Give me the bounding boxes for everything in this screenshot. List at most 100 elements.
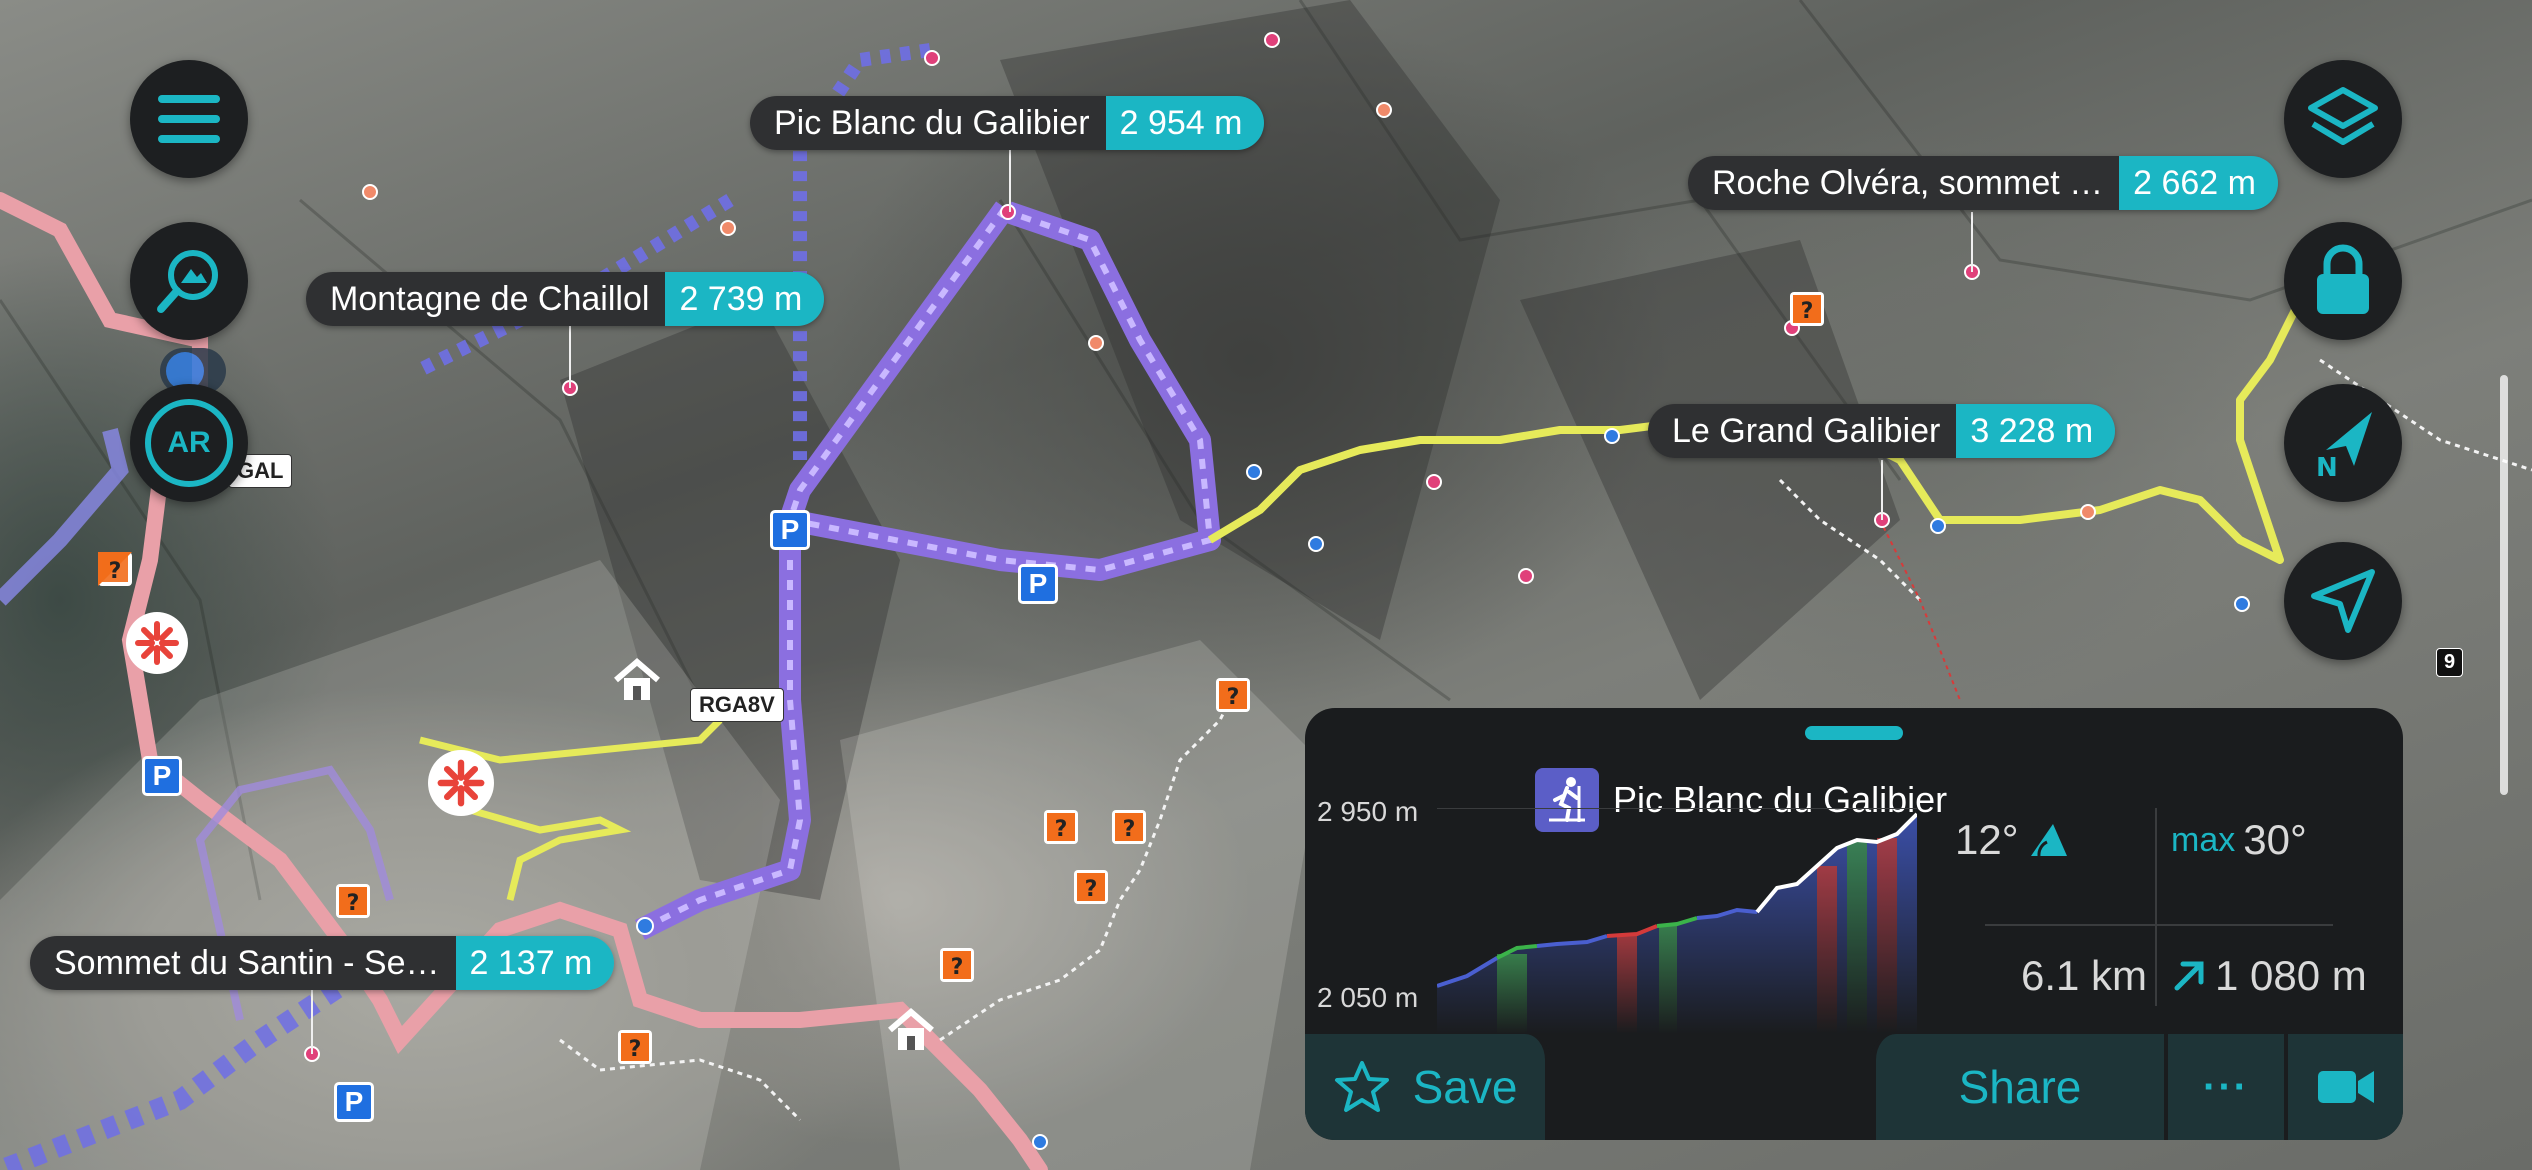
lock-button[interactable] xyxy=(2284,222,2402,340)
stat-separator xyxy=(1985,924,2333,926)
peak-label-montagne-chaillol[interactable]: Montagne de Chaillol 2 739 m xyxy=(306,272,825,326)
poi-marker[interactable]: ? xyxy=(336,884,370,918)
max-slope: max 30° xyxy=(2171,816,2307,864)
mountain-hut-icon xyxy=(888,1008,934,1050)
peak-label-sommet-santin[interactable]: Sommet du Santin - Se… 2 137 m xyxy=(30,936,615,990)
poi-marker[interactable]: ? xyxy=(1790,292,1824,326)
layers-button[interactable] xyxy=(2284,60,2402,178)
parking-marker[interactable]: P xyxy=(142,756,182,796)
location-arrow-icon xyxy=(2311,569,2375,633)
poi-marker[interactable]: ? xyxy=(1216,678,1250,712)
hamburger-menu-icon xyxy=(158,95,220,143)
ascent-value: 1 080 m xyxy=(2215,952,2367,999)
ski-area-marker[interactable] xyxy=(126,612,188,674)
poi-unknown-icon: ? xyxy=(1112,810,1146,844)
peak-name: Le Grand Galibier xyxy=(1648,404,1957,458)
poi-marker[interactable]: ? xyxy=(1044,810,1078,844)
hut-marker[interactable] xyxy=(612,658,662,704)
panel-drag-handle[interactable] xyxy=(1805,726,1903,740)
ar-label: AR xyxy=(145,399,233,487)
max-slope-value: 30° xyxy=(2243,816,2307,863)
video-camera-icon xyxy=(2317,1071,2374,1103)
parking-marker[interactable]: P xyxy=(1018,564,1058,604)
poi-unknown-icon: ? xyxy=(1790,292,1824,326)
stat-divider xyxy=(2155,808,2157,1006)
save-button[interactable]: Save xyxy=(1305,1034,1551,1140)
save-label: Save xyxy=(1412,1061,1518,1113)
north-compass-icon: N xyxy=(2316,412,2372,480)
peak-name: Sommet du Santin - Se… xyxy=(30,936,456,990)
compass-button[interactable]: N xyxy=(2284,384,2402,502)
poi-marker[interactable]: ? xyxy=(1074,870,1108,904)
peak-elevation: 2 137 m xyxy=(455,936,615,990)
poi-unknown-icon: ? xyxy=(1074,870,1108,904)
peak-name: Montagne de Chaillol xyxy=(306,272,666,326)
share-label: Share xyxy=(1958,1061,2082,1113)
svg-text:?: ? xyxy=(347,891,360,916)
distance-value: 6.1 km xyxy=(2021,952,2148,999)
video-flyover-button[interactable] xyxy=(2284,1034,2403,1140)
poi-unknown-icon: ? xyxy=(618,1030,652,1064)
ascent: 1 080 m xyxy=(2171,952,2367,1000)
average-slope: 12° xyxy=(1955,816,2071,864)
parking-marker[interactable]: P xyxy=(770,510,810,550)
peak-name: Pic Blanc du Galibier xyxy=(750,96,1106,150)
max-slope-label: max xyxy=(2171,820,2236,859)
map-search-icon xyxy=(157,250,218,313)
poi-marker[interactable]: ? xyxy=(940,948,974,982)
peak-name: Roche Olvéra, sommet … xyxy=(1688,156,2120,210)
waypoint-badge-nine[interactable]: 9 xyxy=(2436,648,2464,677)
svg-text:?: ? xyxy=(1227,685,1240,710)
search-map-button[interactable] xyxy=(130,222,248,340)
poi-marker[interactable]: ? xyxy=(1112,810,1146,844)
layers-icon xyxy=(2308,87,2378,145)
svg-text:?: ? xyxy=(629,1037,642,1062)
parking-marker[interactable]: P xyxy=(334,1082,374,1122)
route-info-panel: Pic Blanc du Galibier 2 950 m 2 050 m 12… xyxy=(1305,708,2403,1140)
more-options-button[interactable]: ··· xyxy=(2164,1034,2284,1140)
my-location-button[interactable] xyxy=(2284,542,2402,660)
menu-button[interactable] xyxy=(130,60,248,178)
peak-elevation: 2 662 m xyxy=(2119,156,2278,210)
more-options-icon: ··· xyxy=(2203,1064,2249,1109)
svg-text:N: N xyxy=(2316,453,2338,480)
peak-elevation: 2 954 m xyxy=(1105,96,1265,150)
hut-marker[interactable] xyxy=(886,1008,936,1054)
poi-marker[interactable]: ? xyxy=(618,1030,652,1064)
map-scrollbar[interactable] xyxy=(2500,375,2508,795)
poi-unknown-icon: ? xyxy=(336,884,370,918)
ski-area-marker[interactable] xyxy=(428,750,494,816)
poi-marker[interactable]: ? xyxy=(98,552,132,586)
peak-label-grand-galibier[interactable]: Le Grand Galibier 3 228 m xyxy=(1648,404,2116,458)
svg-text:?: ? xyxy=(1801,299,1814,324)
svg-text:?: ? xyxy=(951,955,964,980)
peak-label-pic-blanc[interactable]: Pic Blanc du Galibier 2 954 m xyxy=(750,96,1265,150)
ski-lift-icon xyxy=(437,759,485,807)
button-gap xyxy=(1551,1034,1870,1140)
distance: 6.1 km xyxy=(2021,952,2147,1000)
elevation-profile-chart[interactable] xyxy=(1437,808,1917,1034)
slope-icon xyxy=(2030,824,2067,857)
ascent-arrow-icon xyxy=(2174,961,2204,991)
poi-unknown-icon: ? xyxy=(1216,678,1250,712)
share-button[interactable]: Share xyxy=(1870,1034,2164,1140)
poi-unknown-icon: ? xyxy=(940,948,974,982)
average-slope-value: 12° xyxy=(1955,816,2019,863)
svg-text:?: ? xyxy=(109,559,122,584)
ar-button[interactable]: AR xyxy=(130,384,248,502)
poi-unknown-icon: ? xyxy=(98,552,132,586)
svg-text:?: ? xyxy=(1123,817,1136,842)
peak-label-roche-olvera[interactable]: Roche Olvéra, sommet … 2 662 m xyxy=(1688,156,2278,210)
peak-elevation: 2 739 m xyxy=(665,272,825,326)
ski-lift-icon xyxy=(135,621,179,665)
poi-unknown-icon: ? xyxy=(1044,810,1078,844)
elevation-axis-bottom: 2 050 m xyxy=(1317,982,1419,1013)
waypoint-badge-rga8v[interactable]: RGA8V xyxy=(690,688,784,722)
mountain-hut-icon xyxy=(614,658,660,700)
star-icon xyxy=(1334,1061,1389,1112)
elevation-axis-top: 2 950 m xyxy=(1317,796,1419,827)
lock-icon xyxy=(2317,244,2369,314)
svg-text:?: ? xyxy=(1085,877,1098,902)
peak-elevation: 3 228 m xyxy=(1956,404,2116,458)
svg-text:?: ? xyxy=(1055,817,1068,842)
